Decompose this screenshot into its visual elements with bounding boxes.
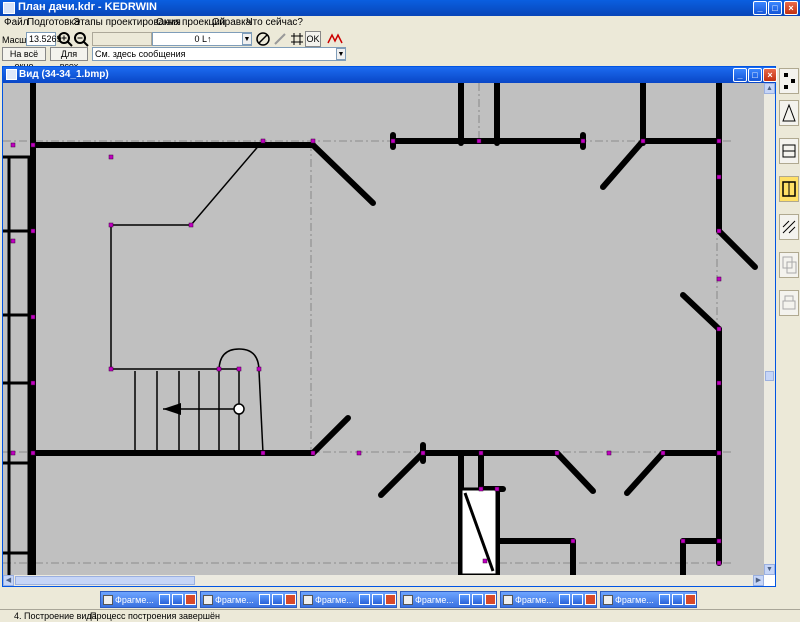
close-icon[interactable]	[185, 594, 196, 605]
fit-all-button[interactable]: На всё окно	[2, 47, 46, 71]
fragment-icon	[603, 595, 613, 605]
grid-icon[interactable]	[289, 31, 305, 47]
scale-input[interactable]: 13.5269	[26, 32, 62, 46]
menu-file[interactable]: Файл	[4, 17, 29, 28]
close-icon[interactable]	[485, 594, 496, 605]
menu-bar: Файл Подготовка Этапы проектирования Окн…	[0, 16, 800, 30]
copy-icon[interactable]	[779, 252, 799, 278]
scroll-right-icon[interactable]: ▶	[753, 575, 764, 586]
fragment-window-5[interactable]: Фрагме...	[500, 591, 597, 608]
chevron-down-icon[interactable]: ▼	[242, 33, 252, 45]
maximize-button[interactable]: □	[768, 1, 782, 15]
for-all-button[interactable]: Для всех	[50, 47, 88, 71]
restore-icon[interactable]	[159, 594, 170, 605]
ok-button[interactable]: OK	[305, 31, 321, 47]
hatch-icon[interactable]	[779, 214, 799, 240]
view-minimize-button[interactable]: _	[733, 68, 747, 82]
horizontal-scrollbar[interactable]: ◀ ▶	[3, 575, 764, 586]
message-dropdown-icon[interactable]: ▼	[336, 48, 346, 60]
zoom-in-icon[interactable]	[57, 31, 73, 47]
fragment-icon	[403, 595, 413, 605]
close-icon[interactable]	[285, 594, 296, 605]
minimized-windows-bar: Фрагме... Фрагме... Фрагме... Фрагме... …	[100, 591, 700, 609]
floor-plan-drawing[interactable]	[3, 83, 764, 575]
measure-icon[interactable]	[326, 31, 343, 47]
menu-prepare[interactable]: Подготовка	[27, 17, 80, 28]
close-icon[interactable]	[385, 594, 396, 605]
scroll-down-icon[interactable]: ▼	[764, 564, 775, 575]
scroll-left-icon[interactable]: ◀	[3, 575, 14, 586]
view-maximize-button[interactable]: □	[748, 68, 762, 82]
fragment-icon	[203, 595, 213, 605]
no-snap-icon[interactable]	[255, 31, 271, 47]
maximize-icon[interactable]	[672, 594, 683, 605]
fragment-window-3[interactable]: Фрагме...	[300, 591, 397, 608]
maximize-icon[interactable]	[372, 594, 383, 605]
layer-select[interactable]: 0 L↑	[152, 32, 252, 46]
fragment-window-1[interactable]: Фрагме...	[100, 591, 197, 608]
close-icon[interactable]	[585, 594, 596, 605]
status-bar: 4. Построение вида Процесс построения за…	[0, 609, 800, 622]
restore-icon[interactable]	[359, 594, 370, 605]
maximize-icon[interactable]	[472, 594, 483, 605]
right-tool-panel	[777, 66, 800, 587]
view-window-icon	[6, 69, 17, 80]
maximize-icon[interactable]	[172, 594, 183, 605]
view-window-title-bar: Вид (34-34_1.bmp) _ □ ×	[3, 67, 777, 83]
section-icon[interactable]	[779, 138, 799, 164]
pencil-icon[interactable]	[272, 31, 288, 47]
horizontal-scroll-thumb[interactable]	[15, 576, 195, 585]
layer-color-field	[92, 32, 152, 46]
maximize-icon[interactable]	[572, 594, 583, 605]
plan-active-icon[interactable]	[779, 176, 799, 202]
scroll-up-icon[interactable]: ▲	[764, 83, 775, 94]
fragment-window-6[interactable]: Фрагме...	[600, 591, 697, 608]
message-field[interactable]: См. здесь сообщения	[92, 47, 346, 61]
plan-canvas[interactable]	[3, 83, 764, 575]
maximize-icon[interactable]	[272, 594, 283, 605]
view-close-button[interactable]: ×	[763, 68, 777, 82]
app-title-bar: План дачи.kdr - KEDRWIN _ □ ×	[0, 0, 800, 16]
vertical-scrollbar[interactable]: ▲ ▼	[764, 83, 775, 575]
elevation-icon[interactable]	[779, 100, 799, 126]
restore-icon[interactable]	[659, 594, 670, 605]
print-icon[interactable]	[779, 290, 799, 316]
fragment-window-2[interactable]: Фрагме...	[200, 591, 297, 608]
app-icon	[3, 2, 15, 14]
zoom-out-icon[interactable]	[73, 31, 89, 47]
fragment-window-4[interactable]: Фрагме...	[400, 591, 497, 608]
restore-icon[interactable]	[559, 594, 570, 605]
fragment-icon	[103, 595, 113, 605]
restore-icon[interactable]	[459, 594, 470, 605]
status-message: Процесс построения завершён	[90, 611, 220, 621]
structure-icon[interactable]	[779, 68, 799, 94]
close-icon[interactable]	[685, 594, 696, 605]
view-window: Вид (34-34_1.bmp) _ □ × ▲ ▼ ◀ ▶	[2, 66, 777, 587]
restore-icon[interactable]	[259, 594, 270, 605]
status-step: 4. Построение вида	[14, 611, 97, 621]
toolbar: Масшт 13.5269 На всё окно Для всех 0 L↑ …	[0, 30, 800, 71]
fragment-icon	[303, 595, 313, 605]
app-title: План дачи.kdr - KEDRWIN	[18, 1, 157, 13]
fragment-icon	[503, 595, 513, 605]
close-button[interactable]: ×	[784, 1, 798, 15]
minimize-button[interactable]: _	[753, 1, 767, 15]
view-window-title: Вид (34-34_1.bmp)	[19, 69, 109, 80]
menu-whats-now[interactable]: Что сейчас?	[246, 17, 303, 28]
vertical-scroll-thumb[interactable]	[765, 371, 774, 381]
